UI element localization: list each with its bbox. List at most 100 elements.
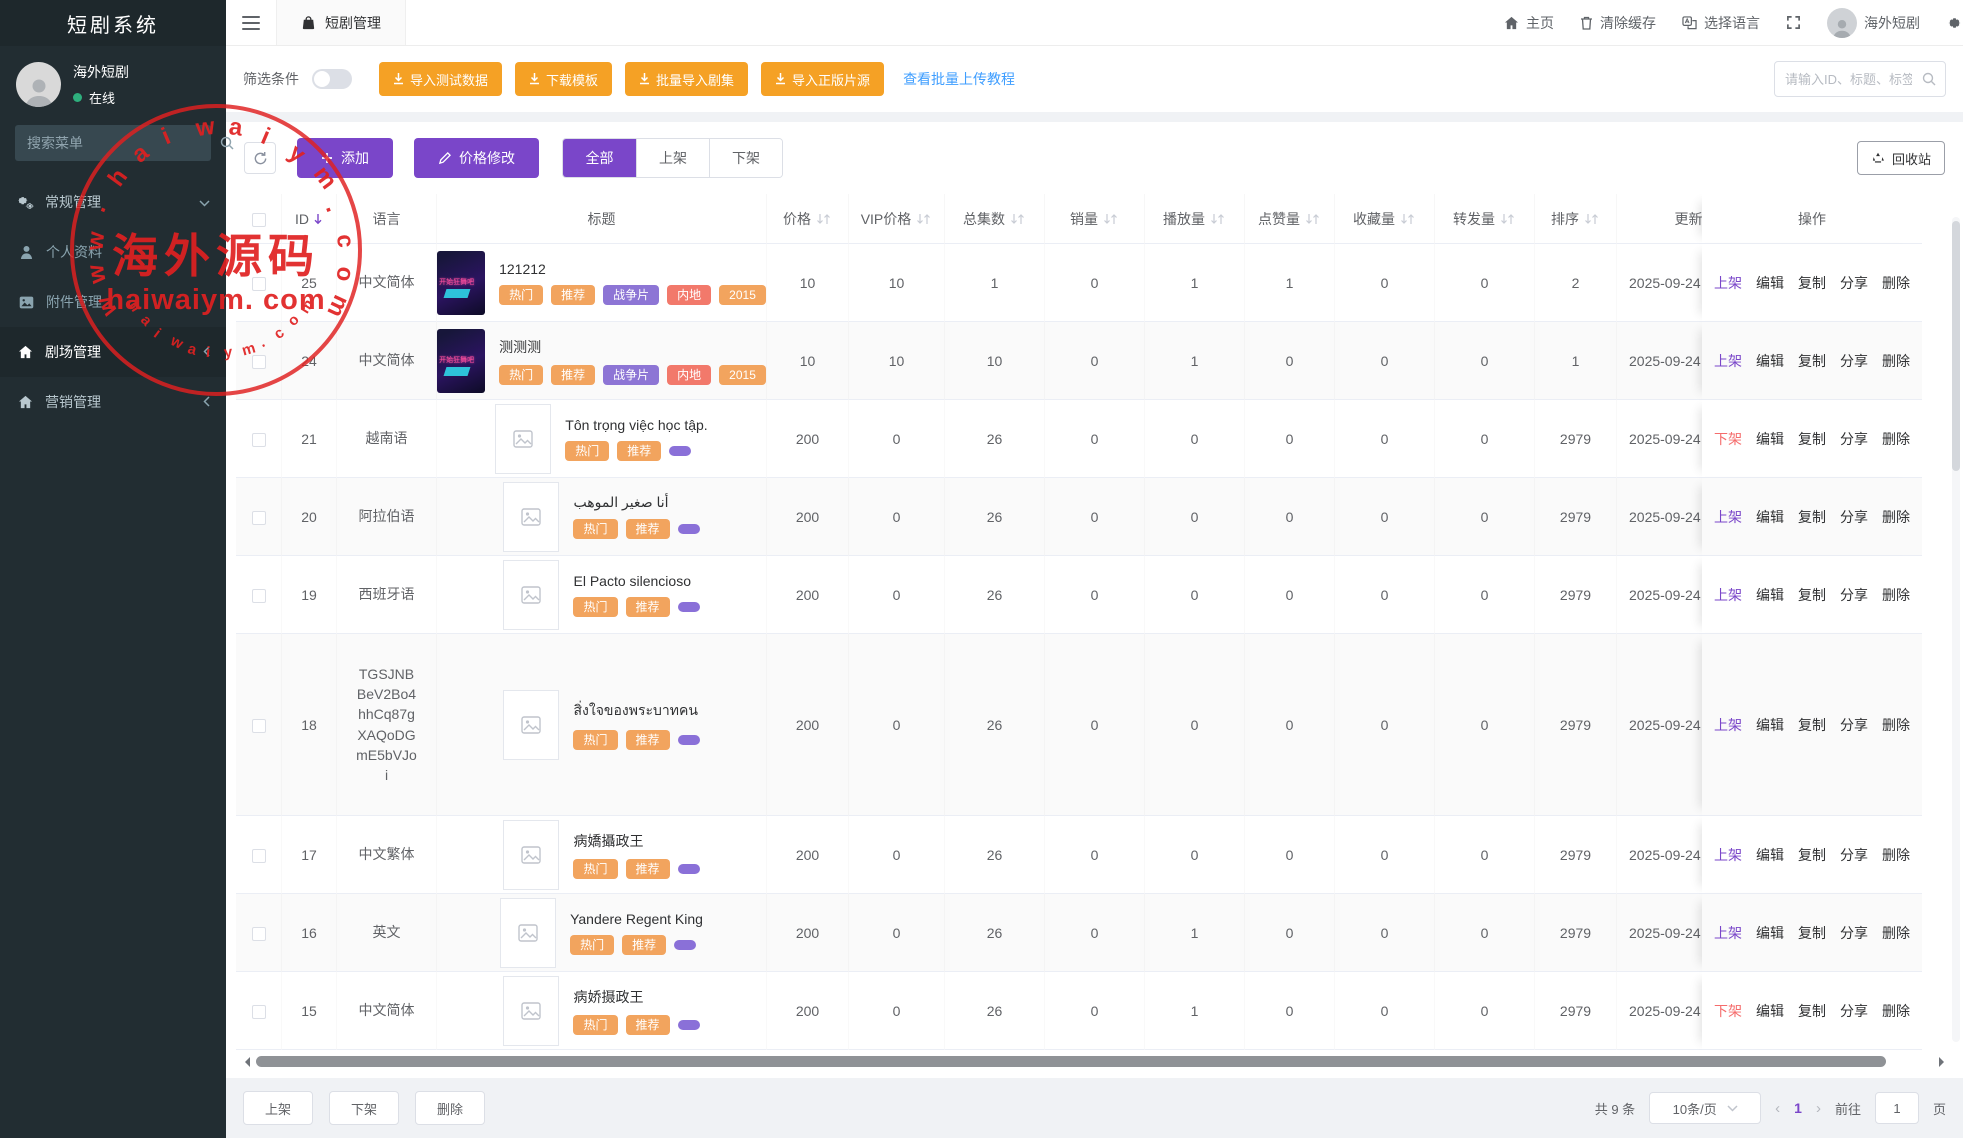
action-编辑[interactable]: 编辑 [1756,275,1784,291]
action-分享[interactable]: 分享 [1840,925,1868,941]
bulk-delete-button[interactable]: 删除 [415,1091,486,1125]
action-删除[interactable]: 删除 [1882,275,1910,291]
action-复制[interactable]: 复制 [1798,925,1826,941]
action-删除[interactable]: 删除 [1882,717,1910,733]
action-删除[interactable]: 删除 [1882,509,1910,525]
import-test-data-button[interactable]: 导入测试数据 [379,62,503,96]
action-删除[interactable]: 删除 [1882,587,1910,603]
search-icon[interactable] [1922,72,1945,86]
placeholder-thumbnail[interactable] [503,819,560,890]
action-toggle-shelf[interactable]: 上架 [1714,353,1742,369]
select-all-checkbox[interactable] [251,212,266,227]
action-编辑[interactable]: 编辑 [1756,431,1784,447]
tutorial-link[interactable]: 查看批量上传教程 [903,69,1015,89]
fullscreen-icon[interactable] [1786,15,1801,30]
action-分享[interactable]: 分享 [1840,275,1868,291]
nav-user[interactable]: 海外短剧 [1827,7,1920,38]
action-分享[interactable]: 分享 [1840,587,1868,603]
action-复制[interactable]: 复制 [1798,431,1826,447]
row-checkbox[interactable] [251,718,266,733]
horizontal-scroll-thumb[interactable] [256,1056,1886,1067]
scroll-left-arrow[interactable] [240,1057,250,1067]
poster-thumbnail[interactable]: 开始狂舞吧 [437,250,486,315]
placeholder-thumbnail[interactable] [503,559,560,630]
row-checkbox[interactable] [251,510,266,525]
action-分享[interactable]: 分享 [1840,717,1868,733]
action-toggle-shelf[interactable]: 上架 [1714,509,1742,525]
placeholder-thumbnail[interactable] [500,897,557,968]
current-page[interactable]: 1 [1794,1100,1802,1116]
download-template-button[interactable]: 下载模板 [515,62,613,96]
action-复制[interactable]: 复制 [1798,353,1826,369]
next-page-icon[interactable]: › [1816,1100,1821,1117]
poster-thumbnail[interactable]: 开始狂舞吧 [437,328,486,393]
bulk-off-shelf-button[interactable]: 下架 [329,1091,400,1125]
action-删除[interactable]: 删除 [1882,431,1910,447]
import-licensed-button[interactable]: 导入正版片源 [761,62,885,96]
vertical-scroll-thumb[interactable] [1952,221,1960,471]
placeholder-thumbnail[interactable] [503,689,560,760]
add-button[interactable]: 添加 [297,138,393,178]
batch-import-button[interactable]: 批量导入剧集 [625,62,749,96]
placeholder-thumbnail[interactable] [495,403,552,474]
tab-off-shelf[interactable]: 下架 [709,139,782,177]
row-checkbox[interactable] [251,1004,266,1019]
tab-on-shelf[interactable]: 上架 [636,139,709,177]
row-checkbox[interactable] [251,926,266,941]
action-分享[interactable]: 分享 [1840,509,1868,525]
action-编辑[interactable]: 编辑 [1756,353,1784,369]
action-复制[interactable]: 复制 [1798,509,1826,525]
placeholder-thumbnail[interactable] [503,975,560,1046]
action-toggle-shelf[interactable]: 上架 [1714,587,1742,603]
sidebar-item-附件管理[interactable]: 附件管理 [0,277,226,327]
action-编辑[interactable]: 编辑 [1756,509,1784,525]
tab-all[interactable]: 全部 [563,139,636,177]
nav-home[interactable]: 主页 [1504,13,1554,33]
price-edit-button[interactable]: 价格修改 [414,138,539,178]
action-toggle-shelf[interactable]: 上架 [1714,847,1742,863]
action-toggle-shelf[interactable]: 上架 [1714,275,1742,291]
sidebar-item-剧场管理[interactable]: 剧场管理 [0,327,226,377]
action-分享[interactable]: 分享 [1840,431,1868,447]
tab-drama-management[interactable]: 短剧管理 [276,0,406,45]
hamburger-icon[interactable] [226,0,276,45]
nav-select-language[interactable]: 选择语言 [1682,13,1760,33]
action-toggle-shelf[interactable]: 下架 [1714,431,1742,447]
action-编辑[interactable]: 编辑 [1756,587,1784,603]
placeholder-thumbnail[interactable] [503,481,560,552]
filter-toggle[interactable] [312,69,352,89]
action-复制[interactable]: 复制 [1798,587,1826,603]
sidebar-search-input[interactable] [15,135,220,151]
action-分享[interactable]: 分享 [1840,353,1868,369]
action-编辑[interactable]: 编辑 [1756,847,1784,863]
row-checkbox[interactable] [251,276,266,291]
row-checkbox[interactable] [251,432,266,447]
action-复制[interactable]: 复制 [1798,847,1826,863]
scroll-right-arrow[interactable] [1939,1057,1949,1067]
row-checkbox[interactable] [251,588,266,603]
gear-icon[interactable] [1946,15,1962,31]
bulk-on-shelf-button[interactable]: 上架 [243,1091,314,1125]
sidebar-item-营销管理[interactable]: 营销管理 [0,377,226,427]
sidebar-item-常规管理[interactable]: 常规管理 [0,177,226,227]
action-复制[interactable]: 复制 [1798,717,1826,733]
action-复制[interactable]: 复制 [1798,275,1826,291]
action-编辑[interactable]: 编辑 [1756,1003,1784,1019]
action-toggle-shelf[interactable]: 下架 [1714,1003,1742,1019]
prev-page-icon[interactable]: ‹ [1775,1100,1780,1117]
recycle-bin-button[interactable]: 回收站 [1856,141,1945,175]
nav-clear-cache[interactable]: 清除缓存 [1580,13,1656,33]
action-编辑[interactable]: 编辑 [1756,925,1784,941]
action-删除[interactable]: 删除 [1882,925,1910,941]
search-icon[interactable] [220,136,234,150]
row-checkbox[interactable] [251,848,266,863]
goto-page-input[interactable] [1874,1092,1919,1124]
refresh-button[interactable] [244,142,276,174]
action-删除[interactable]: 删除 [1882,1003,1910,1019]
action-toggle-shelf[interactable]: 上架 [1714,925,1742,941]
action-删除[interactable]: 删除 [1882,353,1910,369]
action-删除[interactable]: 删除 [1882,847,1910,863]
table-search-input[interactable] [1775,71,1922,87]
row-checkbox[interactable] [251,354,266,369]
page-size-select[interactable]: 10条/页 [1649,1092,1762,1124]
